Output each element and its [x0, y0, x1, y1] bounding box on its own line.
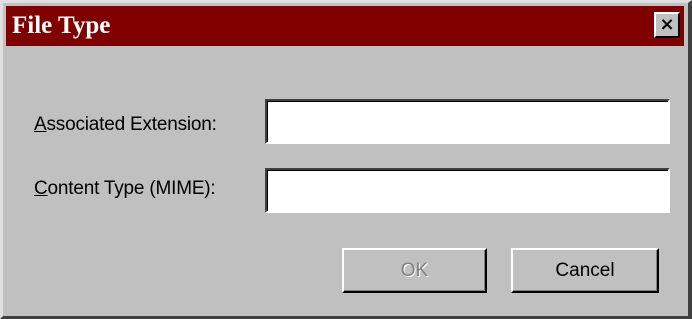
content-type-label: Content Type (MIME):: [34, 178, 216, 200]
content-type-label-mnemonic: C: [34, 178, 48, 199]
file-type-dialog: File Type × Associated Extension: Conten…: [0, 0, 692, 319]
close-button[interactable]: ×: [654, 12, 680, 38]
extension-label-text: ssociated Extension:: [46, 114, 217, 135]
content-type-label-text: ontent Type (MIME):: [47, 178, 216, 199]
content-type-input[interactable]: [265, 168, 670, 213]
title-bar[interactable]: File Type ×: [6, 6, 684, 46]
extension-label-mnemonic: A: [34, 114, 47, 135]
cancel-button[interactable]: Cancel: [511, 248, 659, 293]
ok-button[interactable]: OK: [342, 248, 487, 293]
associated-extension-label: Associated Extension:: [34, 114, 217, 136]
dialog-title: File Type: [12, 12, 111, 39]
close-icon: ×: [659, 14, 675, 35]
associated-extension-input[interactable]: [265, 99, 670, 144]
